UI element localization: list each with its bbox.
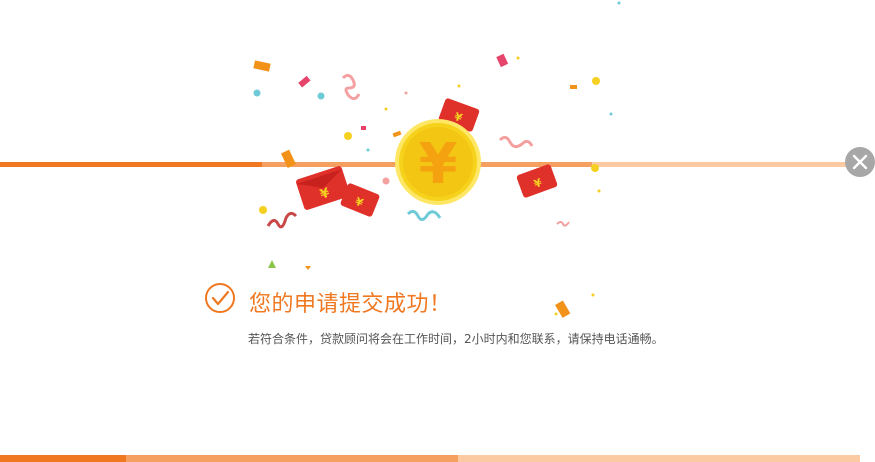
confetti [253, 89, 261, 97]
bottom-progress-bar [0, 455, 860, 462]
confetti [592, 77, 600, 85]
confetti [384, 107, 388, 111]
streamer [498, 135, 534, 149]
confetti [259, 206, 267, 214]
confetti [404, 91, 408, 95]
red-envelope: ¥ [516, 164, 558, 198]
confetti [317, 92, 325, 100]
bar-segment [0, 455, 126, 462]
success-title: 您的申请提交成功！ [249, 292, 452, 317]
yen-symbol: ¥ [419, 132, 458, 197]
confetti [392, 130, 402, 138]
close-button[interactable] [845, 147, 875, 177]
confetti [344, 132, 352, 140]
confetti [253, 60, 271, 72]
bar-segment [0, 162, 262, 167]
confetti [280, 149, 296, 168]
confetti [617, 1, 621, 5]
confetti [570, 85, 577, 89]
streamer [556, 221, 570, 227]
confetti [516, 56, 520, 60]
confetti-decoration [554, 293, 595, 318]
streamer [406, 209, 442, 221]
check-circle-icon [205, 283, 235, 313]
confetti [366, 148, 370, 152]
confetti [591, 164, 599, 172]
confetti [305, 266, 311, 270]
bar-segment [126, 455, 458, 462]
confetti [609, 112, 613, 116]
confetti [361, 126, 366, 130]
close-icon [852, 154, 868, 170]
confetti [457, 84, 461, 88]
streamer [266, 211, 298, 229]
confetti [597, 189, 601, 193]
confetti [382, 177, 390, 185]
gold-coin: ¥ [395, 119, 481, 205]
confetti [268, 260, 276, 268]
confetti [496, 53, 509, 68]
streamer [341, 73, 361, 101]
celebration-illustration: ¥ ¥ ¥ ¥ ¥ [253, 1, 621, 270]
bar-segment [458, 455, 860, 462]
success-message: 若符合条件，贷款顾问将会在工作时间，2小时内和您联系，请保持电话通畅。 [248, 332, 664, 346]
confetti [298, 75, 311, 88]
